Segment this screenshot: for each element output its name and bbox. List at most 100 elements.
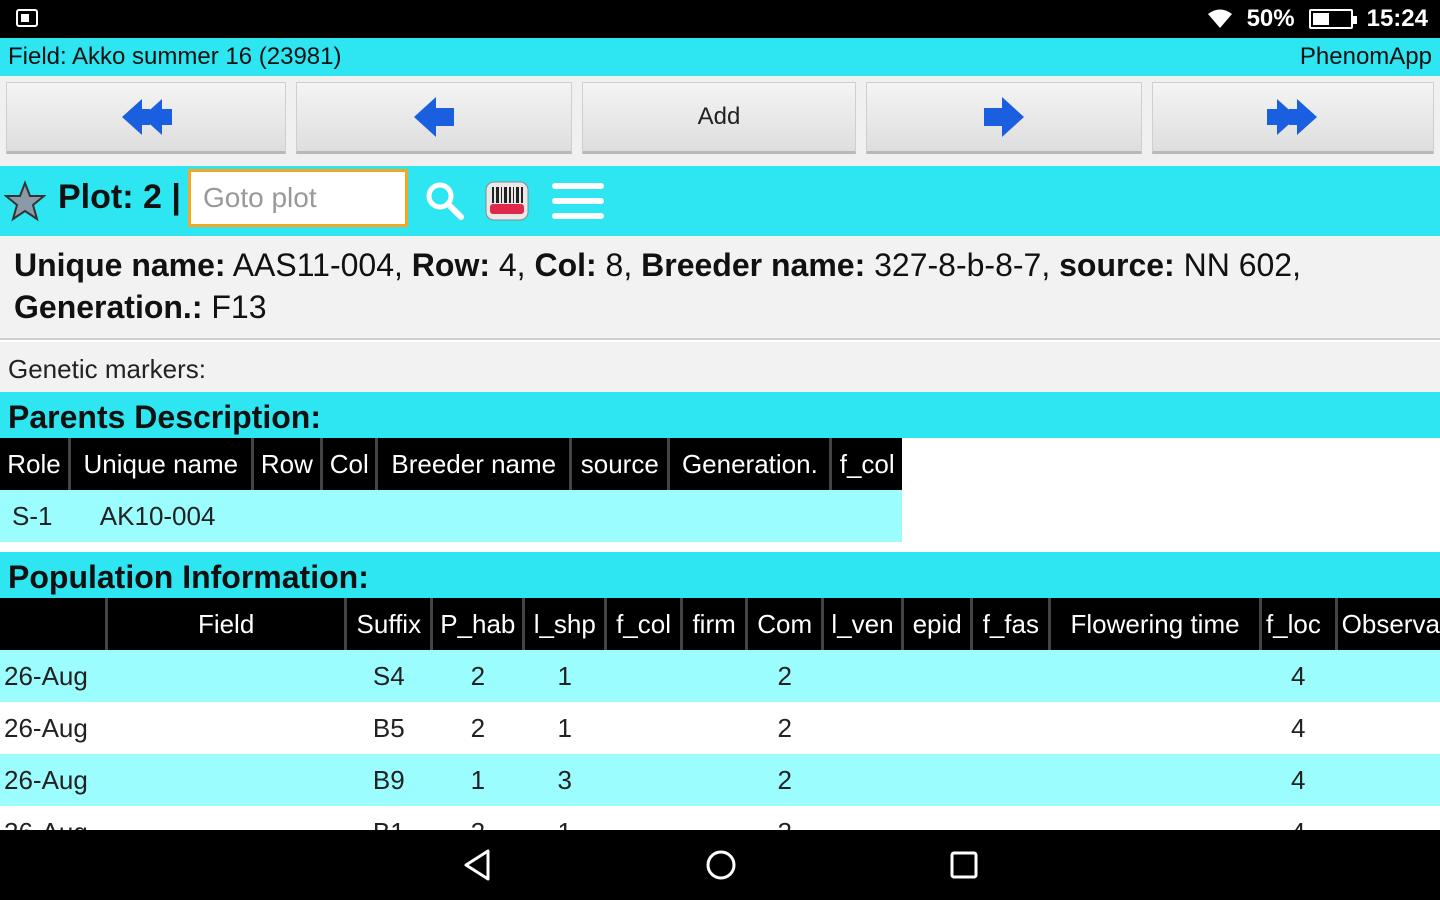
cell-com: 2 xyxy=(746,702,823,754)
add-button[interactable]: Add xyxy=(582,82,856,154)
parents-header-row: Role Unique name Row Col Breeder name so… xyxy=(0,438,902,490)
unique-name-value: AAS11-004, xyxy=(232,247,403,283)
double-arrow-left-icon xyxy=(122,99,172,135)
column-header: f_loc xyxy=(1258,598,1337,650)
arrow-right-icon xyxy=(984,97,1024,137)
source-label: source: xyxy=(1059,247,1175,283)
home-circle-icon[interactable] xyxy=(704,848,738,882)
recents-square-icon[interactable] xyxy=(948,848,980,882)
cell-l-shp: 1 xyxy=(523,806,606,830)
cell-p-hab: 2 xyxy=(431,806,524,830)
cell-com: 2 xyxy=(746,806,823,830)
wifi-icon xyxy=(1207,9,1232,28)
goto-plot-input[interactable] xyxy=(188,169,408,227)
column-header: P_hab xyxy=(430,598,524,650)
cell-f-loc: 4 xyxy=(1260,754,1337,806)
title-bar: Field: Akko summer 16 (23981) PhenomApp xyxy=(0,38,1440,76)
parents-table: Role Unique name Row Col Breeder name so… xyxy=(0,438,902,542)
cell-suffix: B5 xyxy=(345,702,432,754)
column-header: Unique name xyxy=(67,438,253,490)
search-icon[interactable] xyxy=(424,180,464,220)
col-value: 8, xyxy=(605,247,633,283)
column-header: f_col xyxy=(604,598,682,650)
cast-icon xyxy=(16,9,38,27)
table-row[interactable]: 26-Aug S4 2 1 2 4 xyxy=(0,650,1440,702)
population-heading: Population Information: xyxy=(0,552,1440,598)
last-plot-button[interactable] xyxy=(1152,82,1434,154)
generation-label: Generation.: xyxy=(14,289,203,325)
row-value: 4, xyxy=(498,247,526,283)
menu-icon[interactable] xyxy=(550,180,606,222)
parent-unique-name: AK10-004 xyxy=(99,500,216,531)
column-header: Role xyxy=(0,438,70,490)
column-header: Flowering time xyxy=(1048,598,1261,650)
column-header xyxy=(0,598,107,650)
cell-f-loc: 4 xyxy=(1260,806,1337,830)
population-header-row: Field Suffix P_hab l_shp f_col firm Com … xyxy=(0,598,1440,650)
clock: 15:24 xyxy=(1366,5,1428,32)
back-triangle-icon[interactable] xyxy=(462,848,494,882)
column-header: Suffix xyxy=(344,598,432,650)
column-header: Col xyxy=(320,438,377,490)
arrow-left-icon xyxy=(414,97,454,137)
cell-f-loc: 4 xyxy=(1260,702,1337,754)
battery-percent: 50% xyxy=(1246,5,1295,32)
cell-com: 2 xyxy=(746,754,823,806)
unique-name-label: Unique name: xyxy=(14,247,226,283)
population-table: Field Suffix P_hab l_shp f_col firm Com … xyxy=(0,598,1440,830)
table-row[interactable]: 26-Aug B9 1 3 2 4 xyxy=(0,754,1440,806)
col-label: Col: xyxy=(534,247,597,283)
column-header: Row xyxy=(250,438,322,490)
cell-p-hab: 1 xyxy=(431,754,524,806)
column-header: l_ven xyxy=(821,598,903,650)
table-row[interactable]: 26-Aug B5 2 1 2 4 xyxy=(0,702,1440,754)
cell-p-hab: 2 xyxy=(431,702,524,754)
system-navigation-bar xyxy=(0,830,1440,900)
table-row[interactable]: 26-Aug B1 2 1 2 4 xyxy=(0,806,1440,830)
breeder-name-value: 327-8-b-8-7, xyxy=(874,247,1051,283)
plot-details: Unique name: AAS11-004, Row: 4, Col: 8, … xyxy=(0,236,1440,340)
cell-l-shp: 1 xyxy=(523,702,606,754)
plot-number: Plot: 2 | xyxy=(58,178,181,216)
cell-com: 2 xyxy=(746,650,823,702)
field-title: Field: Akko summer 16 (23981) xyxy=(8,43,342,70)
column-header: Field xyxy=(104,598,346,650)
column-header: Generation. xyxy=(667,438,831,490)
column-header: Com xyxy=(745,598,823,650)
cell-l-shp: 3 xyxy=(523,754,606,806)
column-header: Observatio xyxy=(1334,598,1440,650)
add-button-label: Add xyxy=(697,103,741,130)
plot-navigation: Add xyxy=(0,76,1440,166)
column-header: epid xyxy=(900,598,972,650)
barcode-scanner-icon[interactable] xyxy=(484,178,530,224)
double-arrow-right-icon xyxy=(1267,99,1317,135)
next-plot-button[interactable] xyxy=(866,82,1142,154)
column-header: f_fas xyxy=(970,598,1050,650)
row-label: Row: xyxy=(411,247,490,283)
cell-date: 26-Aug xyxy=(0,754,346,806)
cell-f-loc: 4 xyxy=(1260,650,1337,702)
star-favorite-icon[interactable] xyxy=(4,180,46,222)
source-value: NN 602, xyxy=(1183,247,1301,283)
cell-date: 26-Aug xyxy=(0,650,346,702)
column-header: Breeder name xyxy=(375,438,571,490)
generation-value: F13 xyxy=(211,289,267,325)
parent-role: S-1 xyxy=(12,500,53,531)
cell-suffix: B9 xyxy=(345,754,432,806)
column-header: l_shp xyxy=(522,598,606,650)
previous-plot-button[interactable] xyxy=(296,82,572,154)
first-plot-button[interactable] xyxy=(6,82,286,154)
battery-icon xyxy=(1308,9,1357,29)
cell-suffix: S4 xyxy=(345,650,432,702)
cell-p-hab: 2 xyxy=(431,650,524,702)
parents-heading: Parents Description: xyxy=(0,392,1440,438)
cell-date: 26-Aug xyxy=(0,806,346,830)
population-table-scroll[interactable]: Field Suffix P_hab l_shp f_col firm Com … xyxy=(0,598,1440,830)
table-row[interactable]: S-1 AK10-004 xyxy=(0,490,902,542)
breeder-name-label: Breeder name: xyxy=(641,247,866,283)
plot-bar: Plot: 2 | xyxy=(0,166,1440,236)
cell-date: 26-Aug xyxy=(0,702,346,754)
column-header: firm xyxy=(679,598,747,650)
app-name: PhenomApp xyxy=(1299,43,1432,70)
cell-l-shp: 1 xyxy=(523,650,606,702)
